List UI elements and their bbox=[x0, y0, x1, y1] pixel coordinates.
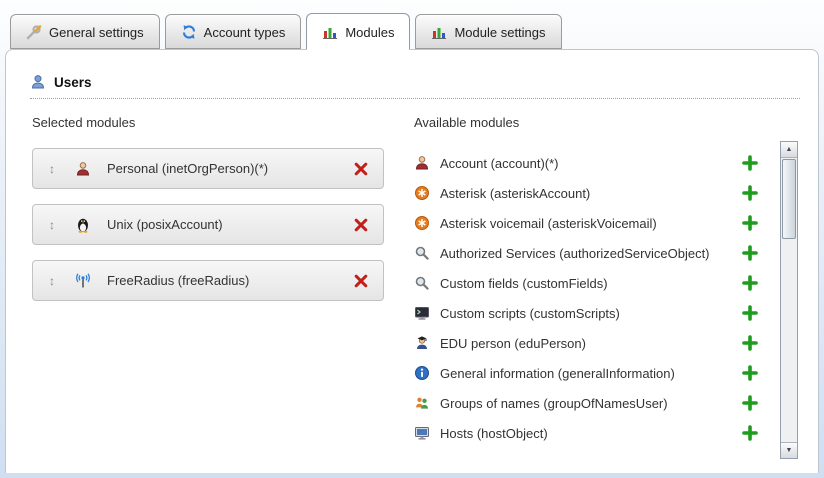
add-module-button[interactable] bbox=[740, 243, 760, 263]
green-plus-icon bbox=[742, 215, 758, 231]
chart-icon bbox=[322, 24, 338, 40]
remove-module-button[interactable] bbox=[351, 271, 371, 291]
red-cross-icon bbox=[353, 217, 369, 233]
available-module-row: Hosts (hostObject) bbox=[414, 418, 772, 448]
available-modules-heading: Available modules bbox=[414, 115, 772, 130]
module-label: EDU person (eduPerson) bbox=[440, 336, 730, 351]
green-plus-icon bbox=[742, 275, 758, 291]
antenna-icon bbox=[75, 273, 91, 289]
tab-label: Modules bbox=[345, 25, 394, 40]
tab-label: Account types bbox=[204, 25, 286, 40]
users-section-header: Users bbox=[30, 74, 800, 99]
available-module-row: Authorized Services (authorizedServiceOb… bbox=[414, 238, 772, 268]
green-plus-icon bbox=[742, 245, 758, 261]
modules-columns: Selected modules ↕ Personal (inetOrgPers… bbox=[6, 99, 818, 448]
green-plus-icon bbox=[742, 155, 758, 171]
add-module-button[interactable] bbox=[740, 183, 760, 203]
scroll-down-arrow-icon[interactable]: ▼ bbox=[781, 442, 797, 458]
module-label: Authorized Services (authorizedServiceOb… bbox=[440, 246, 730, 261]
available-module-row: General information (generalInformation) bbox=[414, 358, 772, 388]
add-module-button[interactable] bbox=[740, 153, 760, 173]
person-icon bbox=[414, 155, 430, 171]
tab-general-settings[interactable]: General settings bbox=[10, 14, 160, 49]
tab-modules[interactable]: Modules bbox=[306, 13, 410, 50]
available-module-row: EDU person (eduPerson) bbox=[414, 328, 772, 358]
tab-account-types[interactable]: Account types bbox=[165, 14, 302, 49]
module-label: Custom scripts (customScripts) bbox=[440, 306, 730, 321]
sync-icon bbox=[181, 24, 197, 40]
add-module-button[interactable] bbox=[740, 393, 760, 413]
add-module-button[interactable] bbox=[740, 303, 760, 323]
scroll-up-arrow-icon[interactable]: ▲ bbox=[781, 142, 797, 158]
green-plus-icon bbox=[742, 365, 758, 381]
module-label: Personal (inetOrgPerson)(*) bbox=[107, 161, 268, 176]
red-cross-icon bbox=[353, 273, 369, 289]
available-module-row: Asterisk voicemail (asteriskVoicemail) bbox=[414, 208, 772, 238]
remove-module-button[interactable] bbox=[351, 159, 371, 179]
available-module-row: Custom scripts (customScripts) bbox=[414, 298, 772, 328]
green-plus-icon bbox=[742, 425, 758, 441]
available-module-row: Account (account)(*) bbox=[414, 148, 772, 178]
drag-handle-icon[interactable]: ↕ bbox=[45, 218, 59, 232]
graduate-icon bbox=[414, 335, 430, 351]
content-panel: Users Selected modules ↕ Personal (inetO… bbox=[5, 49, 819, 473]
drag-handle-icon[interactable]: ↕ bbox=[45, 162, 59, 176]
add-module-button[interactable] bbox=[740, 273, 760, 293]
available-module-row: Groups of names (groupOfNamesUser) bbox=[414, 388, 772, 418]
scrollbar-thumb[interactable] bbox=[782, 159, 796, 239]
magnifier-icon bbox=[414, 275, 430, 291]
module-label: Asterisk (asteriskAccount) bbox=[440, 186, 730, 201]
tab-label: General settings bbox=[49, 25, 144, 40]
add-module-button[interactable] bbox=[740, 333, 760, 353]
module-label: Groups of names (groupOfNamesUser) bbox=[440, 396, 730, 411]
green-plus-icon bbox=[742, 305, 758, 321]
selected-modules-column: Selected modules ↕ Personal (inetOrgPers… bbox=[32, 115, 384, 448]
available-module-row: Custom fields (customFields) bbox=[414, 268, 772, 298]
green-plus-icon bbox=[742, 335, 758, 351]
module-label: General information (generalInformation) bbox=[440, 366, 730, 381]
info-icon bbox=[414, 365, 430, 381]
asterisk-icon bbox=[414, 215, 430, 231]
section-title: Users bbox=[54, 75, 92, 90]
scrollbar[interactable]: ▲ ▼ bbox=[780, 141, 798, 459]
person-icon bbox=[75, 161, 91, 177]
available-modules-list: Account (account)(*) Asterisk (asteriskA… bbox=[414, 148, 772, 448]
selected-module-row[interactable]: ↕ FreeRadius (freeRadius) bbox=[32, 260, 384, 301]
available-module-row: Asterisk (asteriskAccount) bbox=[414, 178, 772, 208]
add-module-button[interactable] bbox=[740, 363, 760, 383]
available-modules-column: Available modules Account (account)(*) A… bbox=[414, 115, 798, 448]
green-plus-icon bbox=[742, 185, 758, 201]
module-label: Hosts (hostObject) bbox=[440, 426, 730, 441]
add-module-button[interactable] bbox=[740, 423, 760, 443]
tux-penguin-icon bbox=[75, 217, 91, 233]
terminal-icon bbox=[414, 305, 430, 321]
module-label: Asterisk voicemail (asteriskVoicemail) bbox=[440, 216, 730, 231]
user-icon bbox=[30, 74, 46, 90]
selected-modules-heading: Selected modules bbox=[32, 115, 384, 130]
asterisk-icon bbox=[414, 185, 430, 201]
selected-module-row[interactable]: ↕ Unix (posixAccount) bbox=[32, 204, 384, 245]
module-label: FreeRadius (freeRadius) bbox=[107, 273, 249, 288]
drag-handle-icon[interactable]: ↕ bbox=[45, 274, 59, 288]
tab-bar: General settings Account types Modules M… bbox=[0, 0, 824, 49]
module-label: Custom fields (customFields) bbox=[440, 276, 730, 291]
red-cross-icon bbox=[353, 161, 369, 177]
tab-module-settings[interactable]: Module settings bbox=[415, 14, 561, 49]
computer-icon bbox=[414, 425, 430, 441]
tab-label: Module settings bbox=[454, 25, 545, 40]
selected-module-row[interactable]: ↕ Personal (inetOrgPerson)(*) bbox=[32, 148, 384, 189]
remove-module-button[interactable] bbox=[351, 215, 371, 235]
module-label: Unix (posixAccount) bbox=[107, 217, 223, 232]
magnifier-icon bbox=[414, 245, 430, 261]
group-icon bbox=[414, 395, 430, 411]
green-plus-icon bbox=[742, 395, 758, 411]
module-label: Account (account)(*) bbox=[440, 156, 730, 171]
wrench-icon bbox=[26, 24, 42, 40]
chart-icon bbox=[431, 24, 447, 40]
add-module-button[interactable] bbox=[740, 213, 760, 233]
